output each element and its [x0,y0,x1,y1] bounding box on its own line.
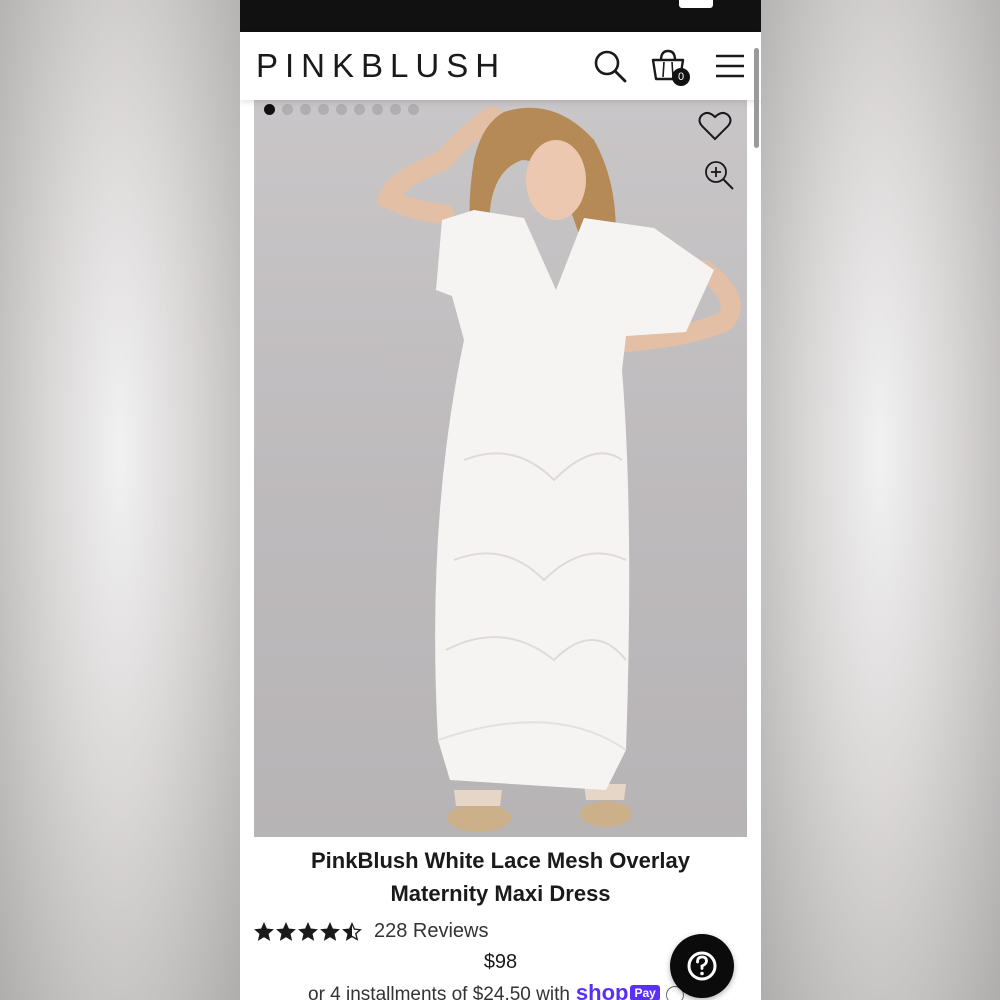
carousel-dot[interactable] [390,104,401,115]
star-icon [298,921,318,941]
carousel-dot[interactable] [408,104,419,115]
menu-icon [716,54,744,78]
search-icon [594,50,627,83]
help-chat-button[interactable] [670,934,734,998]
star-icon [254,921,274,941]
help-icon [687,951,717,981]
star-icon [276,921,296,941]
status-bar [240,0,761,32]
cart-count-badge: 0 [672,68,690,86]
page-scrollbar[interactable] [754,48,759,148]
product-title: PinkBlush White Lace Mesh Overlay Matern… [310,848,690,906]
wishlist-button[interactable] [698,110,732,142]
reviews-count[interactable]: 228 Reviews [374,920,489,943]
cart-button[interactable]: 0 [650,48,690,86]
star-icon [320,921,340,941]
carousel-dot[interactable] [264,104,275,115]
site-header: PINKBLUSH 0 [240,32,761,100]
rating-row[interactable]: 228 Reviews [254,920,489,943]
shop-pay-logo[interactable]: shop [576,980,629,1000]
carousel-dot[interactable] [354,104,365,115]
battery-icon [679,0,713,8]
product-photo-model [375,106,741,832]
carousel-dot[interactable] [282,104,293,115]
background-blur-left [0,0,240,1000]
zoom-button[interactable] [703,159,735,191]
star-icon [342,921,362,941]
installments-info: or 4 installments of $24.50 with shop Pay [308,980,684,1000]
search-button[interactable] [592,48,628,84]
product-image[interactable] [254,100,747,837]
image-carousel-dots [264,104,419,115]
background-blur-right [760,0,1000,1000]
zoom-in-icon [705,161,734,190]
mobile-screen: PINKBLUSH 0 PinkBlush White Lace Mesh Ov… [240,0,761,1000]
star-rating [254,921,362,942]
status-bar-right [679,0,713,8]
pay-badge: Pay [630,985,660,1000]
menu-button[interactable] [712,48,748,84]
carousel-dot[interactable] [318,104,329,115]
brand-logo[interactable]: PINKBLUSH [256,47,506,85]
installments-text: or 4 installments of $24.50 with [308,984,570,1000]
carousel-dot[interactable] [300,104,311,115]
carousel-dot[interactable] [372,104,383,115]
heart-icon [698,111,732,141]
carousel-dot[interactable] [336,104,347,115]
